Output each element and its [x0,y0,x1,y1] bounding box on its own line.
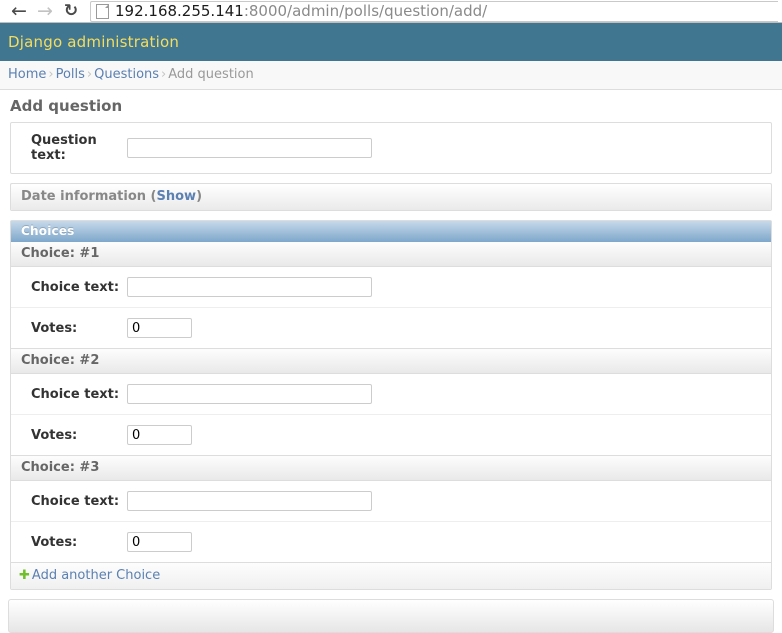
breadcrumb-separator: › [48,67,54,82]
submit-row[interactable] [8,599,774,633]
choice-1-votes-input[interactable] [127,318,192,338]
date-information-show-toggle[interactable]: Show [157,189,197,204]
inline-related-choice-3: Choice: #3 Choice text: Votes: [11,455,771,562]
branding: Django administration [8,33,179,51]
date-information-fieldset: Date information (Show) [10,183,772,211]
choice-2-heading: Choice: #2 [11,348,771,374]
choice-2-votes-label: Votes: [31,427,78,443]
date-information-title: Date information [21,189,147,204]
main-content: Add question Question text: Date informa… [0,90,782,633]
date-information-header: Date information (Show) [11,184,771,210]
choices-inline-group: Choices Choice: #1 Choice text: Votes: 0… [8,220,774,590]
choice-3-text-label: Choice text: [31,493,120,509]
form-row-question-text: Question text: [11,123,771,173]
arrow-left-icon: ← [11,0,27,22]
question-text-label: Question text: [31,133,97,163]
address-bar-path: :8000/admin/polls/question/add/ [243,2,488,20]
breadcrumb-separator: › [86,67,93,82]
reload-button[interactable]: ↻ [58,0,84,22]
paren-close: ) [196,189,203,204]
address-bar-host: 192.168.255.141 [115,2,244,20]
arrow-right-icon: → [37,0,53,22]
reload-icon: ↻ [63,0,79,21]
breadcrumb-separator: › [161,67,167,82]
question-fieldset: Question text: [10,122,772,174]
page-document-icon [96,3,109,19]
breadcrumb: Home › Polls › Questions › Add question [0,61,782,90]
form-row-choice-3-text: Choice text: [11,481,771,522]
back-button[interactable]: ← [6,0,32,22]
address-bar-url: 192.168.255.141:8000/admin/polls/questio… [115,2,487,20]
choice-3-heading: Choice: #3 [11,455,771,481]
form-row-choice-1-votes: Votes: [11,308,771,348]
page-title: Add question [10,97,123,115]
choice-2-text-input[interactable] [127,384,372,404]
form-row-choice-3-votes: Votes: [11,522,771,562]
breadcrumb-item-current: Add question [168,67,254,82]
browser-toolbar: ← → ↻ 192.168.255.141:8000/admin/polls/q… [0,0,782,23]
choice-1-heading: Choice: #1 [11,242,771,267]
choice-3-text-input[interactable] [127,491,372,511]
choice-2-votes-input[interactable] [127,425,192,445]
add-another-choice-row: ✚ Add another Choice [11,562,771,589]
form-row-choice-1-text: Choice text: [11,267,771,308]
site-title[interactable]: Django administration [8,33,179,51]
forward-button[interactable]: → [32,0,58,22]
add-another-choice-label: Add another Choice [31,568,161,583]
form-row-choice-2-votes: Votes: [11,415,771,455]
choice-2-text-label: Choice text: [31,386,120,402]
breadcrumb-item-questions[interactable]: Questions [94,67,159,82]
address-bar[interactable]: 192.168.255.141:8000/admin/polls/questio… [90,0,778,22]
choice-1-text-input[interactable] [127,277,372,297]
plus-icon: ✚ [19,568,30,583]
breadcrumb-item-polls[interactable]: Polls [56,67,85,82]
form-row-choice-2-text: Choice text: [11,374,771,415]
add-question-form: Question text: Date information (Show) C… [8,122,774,633]
breadcrumb-item-home[interactable]: Home [8,67,46,82]
choices-module: Choices Choice: #1 Choice text: Votes: 0… [10,220,772,590]
choice-3-votes-label: Votes: [31,534,78,550]
add-another-choice-link[interactable]: ✚ Add another Choice [19,568,160,583]
question-text-input[interactable] [127,138,372,158]
choice-1-votes-label: Votes: [31,320,78,336]
inline-related-choice-2: Choice: #2 Choice text: Votes: [11,348,771,455]
choice-3-votes-input[interactable] [127,532,192,552]
site-header: Django administration [0,23,782,61]
choice-1-text-label: Choice text: [31,279,120,295]
inline-related-choice-1: Choice: #1 Choice text: Votes: [11,242,771,348]
choices-inline-heading: Choices [11,221,771,242]
